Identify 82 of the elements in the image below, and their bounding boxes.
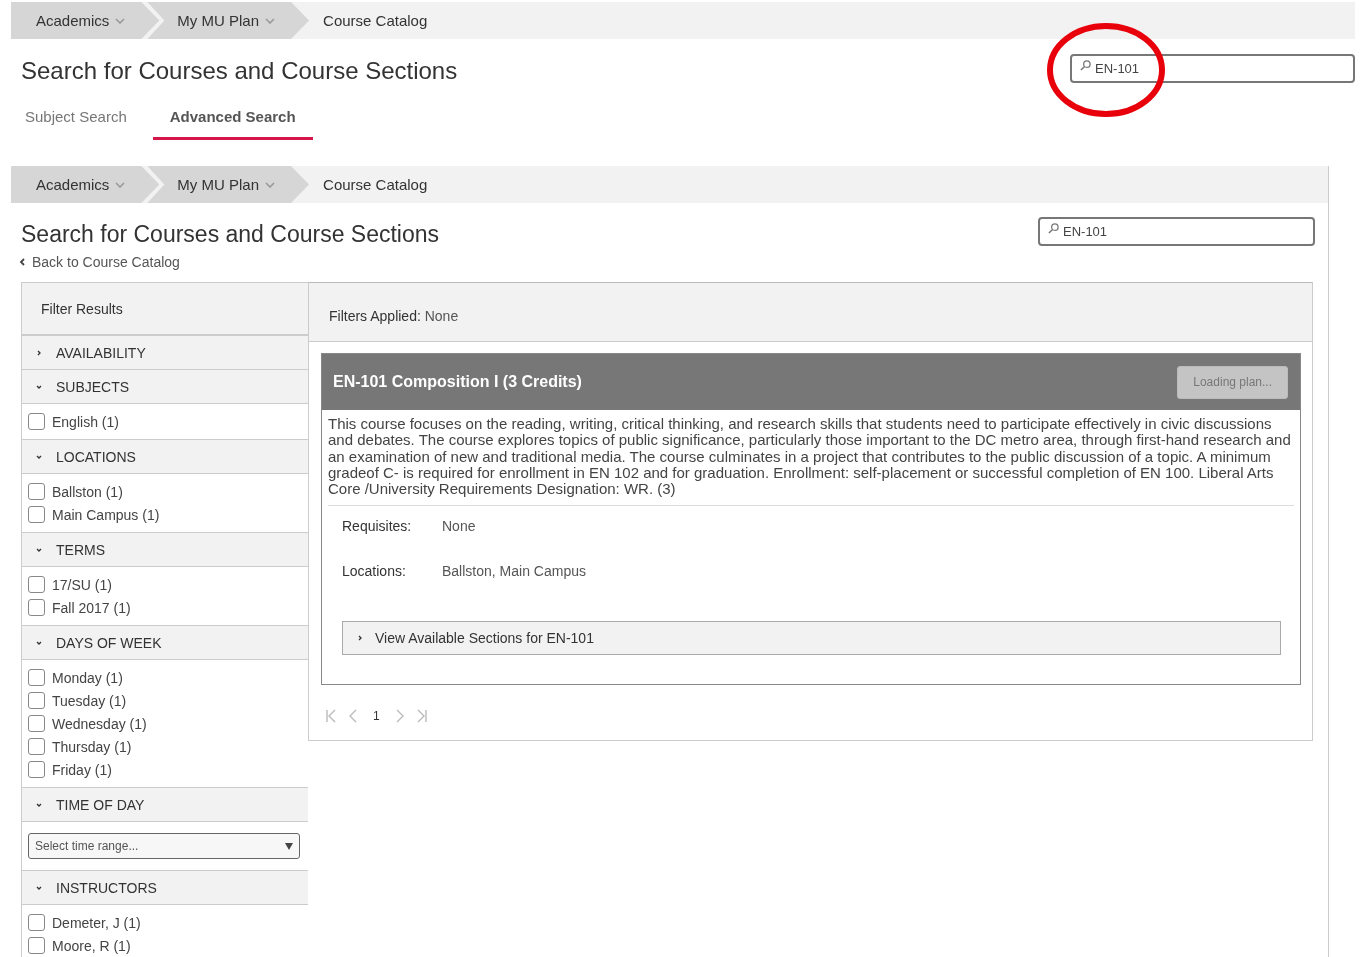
checkbox[interactable] xyxy=(28,937,45,954)
first-page-icon[interactable] xyxy=(325,709,337,723)
checkbox-label: Thursday (1) xyxy=(52,738,132,755)
tab[interactable]: Advanced Search xyxy=(152,102,313,140)
checkbox-label: 17/SU (1) xyxy=(52,576,112,593)
filter-section-header[interactable]: TERMS xyxy=(22,532,308,567)
chevron-down-icon xyxy=(36,884,42,891)
section-title: AVAILABILITY xyxy=(56,344,146,361)
breadcrumb-link[interactable]: My MU Plan xyxy=(147,166,310,203)
checkbox-label: English (1) xyxy=(52,413,119,430)
chevron-down-icon xyxy=(36,546,42,553)
checkbox[interactable] xyxy=(28,914,45,931)
search-icon xyxy=(1080,60,1091,71)
chevron-down-icon xyxy=(36,383,42,390)
page-number[interactable]: 1 xyxy=(369,709,384,723)
checkbox[interactable] xyxy=(28,669,45,686)
chevron-down-icon xyxy=(36,801,42,808)
tab[interactable]: Subject Search xyxy=(14,102,138,140)
breadcrumb-current: Course Catalog xyxy=(322,11,428,31)
detail-value: Ballston, Main Campus xyxy=(442,563,586,582)
breadcrumb-link[interactable]: My MU Plan xyxy=(147,2,310,39)
checkbox-label: Friday (1) xyxy=(52,761,112,778)
section-title: DAYS OF WEEK xyxy=(56,634,162,651)
checkbox-label: Monday (1) xyxy=(52,669,123,686)
course-title: EN-101 Composition I (3 Credits) xyxy=(333,373,582,391)
checkbox[interactable] xyxy=(28,692,45,709)
back-link[interactable]: Back to Course Catalog xyxy=(19,254,440,270)
caret-icon xyxy=(265,181,276,188)
breadcrumb-link[interactable]: Academics xyxy=(11,166,160,203)
checkbox[interactable] xyxy=(28,506,45,523)
checkbox[interactable] xyxy=(28,599,45,616)
filter-section-header[interactable]: LOCATIONS xyxy=(22,439,308,474)
checkbox-label: Tuesday (1) xyxy=(52,692,127,709)
checkbox-label: Fall 2017 (1) xyxy=(52,599,131,616)
caret-icon xyxy=(265,17,276,24)
previous-page-icon[interactable] xyxy=(349,709,357,723)
search-icon xyxy=(1048,223,1059,234)
checkbox-label: Demeter, J (1) xyxy=(52,914,141,931)
checkbox[interactable] xyxy=(28,576,45,593)
checkbox[interactable] xyxy=(28,738,45,755)
filter-title: Filter Results xyxy=(41,300,123,317)
section-title: LOCATIONS xyxy=(56,448,136,465)
checkbox-label: Wednesday (1) xyxy=(52,715,147,732)
checkbox[interactable] xyxy=(28,761,45,778)
time-range-dropdown[interactable]: Select time range... xyxy=(28,833,300,859)
checkbox-label: Ballston (1) xyxy=(52,483,123,500)
chevron-left-icon xyxy=(19,258,25,266)
search-field[interactable]: EN-101 xyxy=(1070,54,1355,83)
section-title: INSTRUCTORS xyxy=(56,879,157,896)
section-title: TIME OF DAY xyxy=(56,796,145,813)
view-sections-link[interactable]: View Available Sections for EN-101 xyxy=(342,621,1281,656)
filter-section-header[interactable]: AVAILABILITY xyxy=(22,336,308,370)
filter-section-header[interactable]: TIME OF DAY xyxy=(22,787,308,822)
chevron-right-icon xyxy=(36,349,42,356)
checkbox-label: Main Campus (1) xyxy=(52,506,160,523)
caret-icon xyxy=(115,181,126,188)
checkbox[interactable] xyxy=(28,715,45,732)
search-field[interactable]: EN-101 xyxy=(1038,217,1315,246)
section-title: SUBJECTS xyxy=(56,378,130,395)
chevron-right-icon xyxy=(357,635,363,642)
breadcrumb-current: Course Catalog xyxy=(322,175,428,195)
filter-section-header[interactable]: SUBJECTS xyxy=(22,369,308,404)
filter-section-header[interactable]: INSTRUCTORS xyxy=(22,870,308,905)
course-description: This course focuses on the reading, writing, critical thinking, and research skills that students need to participate effectively in civic discussions and debates. The course explores topics of public significance, particularly those important to the DC metro area, through first-hand research and an examination of new and traditional media. The course culminates in a project that contributes to the public discussion of a topic. A minimum gradeof C- is required for enrollment in EN 102 and for graduation. Enrollment: self-placement or successful completion of EN 100. Liberal Arts Core /University Requirements Designation: WR. (3) xyxy=(328,416,1294,507)
page-title: Search for Courses and Course Sections xyxy=(21,57,458,85)
filter-section-header[interactable]: DAYS OF WEEK xyxy=(22,625,308,660)
filters-applied-text: Filters Applied: None xyxy=(329,308,459,324)
checkbox[interactable] xyxy=(28,413,45,430)
breadcrumb-link[interactable]: Academics xyxy=(11,2,160,39)
caret-icon xyxy=(115,17,126,24)
section-title: TERMS xyxy=(56,541,105,558)
detail-label: Requisites: xyxy=(342,518,413,537)
checkbox[interactable] xyxy=(28,483,45,500)
next-page-icon[interactable] xyxy=(395,709,404,723)
chevron-down-icon xyxy=(36,639,42,646)
page-title: Search for Courses and Course Sections xyxy=(21,221,440,248)
dropdown-arrow-icon xyxy=(285,842,293,850)
last-page-icon[interactable] xyxy=(415,709,428,723)
checkbox-label: Moore, R (1) xyxy=(52,937,131,954)
chevron-down-icon xyxy=(36,453,42,460)
detail-label: Locations: xyxy=(342,563,407,582)
detail-value: None xyxy=(442,518,476,537)
